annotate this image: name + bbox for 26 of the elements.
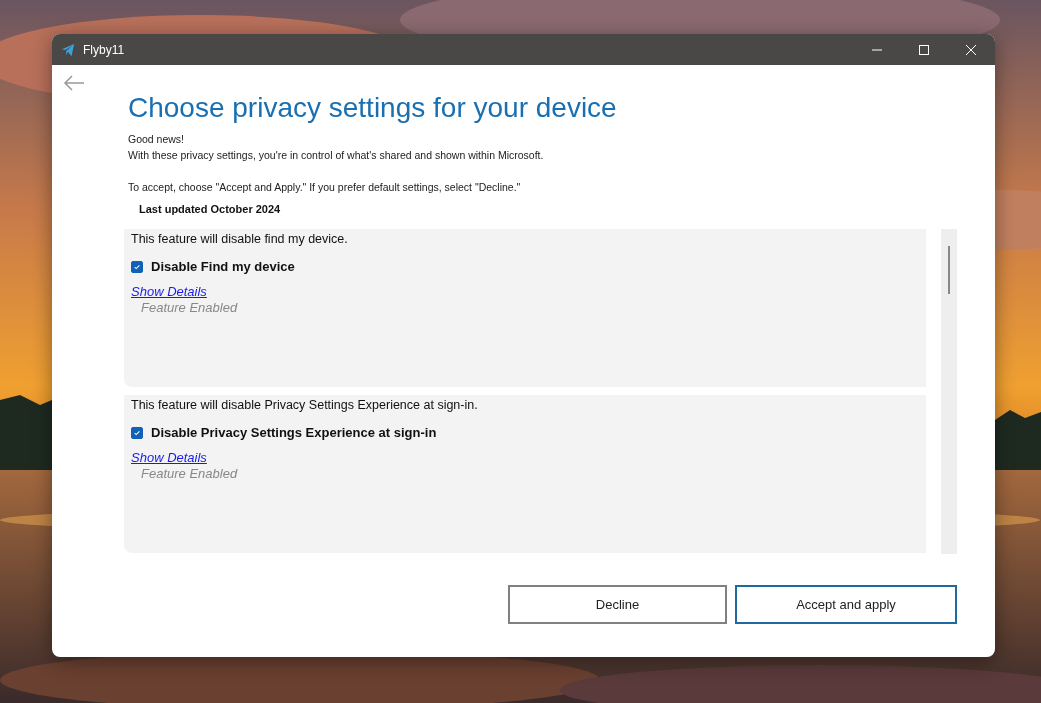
page-heading: Choose privacy settings for your device	[128, 91, 618, 125]
feature-status: Feature Enabled	[141, 300, 239, 315]
checkbox-label[interactable]: Disable Find my device	[151, 259, 295, 274]
show-details-link[interactable]: Show Details	[131, 450, 207, 465]
intro-text: To accept, choose "Accept and Apply." If you prefer default settings, select "Decline."	[128, 180, 522, 195]
show-details-link[interactable]: Show Details	[131, 284, 207, 299]
checkbox-label[interactable]: Disable Privacy Settings Experience at sign-in	[151, 425, 437, 440]
feature-status: Feature Enabled	[141, 466, 239, 481]
window-title: Flyby11	[83, 42, 125, 57]
checkbox[interactable]	[131, 260, 143, 273]
scrollbar-thumb[interactable]	[948, 246, 950, 294]
close-icon[interactable]	[965, 43, 977, 56]
scrollbar[interactable]	[941, 229, 957, 554]
feature-description: This feature will disable find my device.	[131, 231, 349, 247]
accept-button[interactable]: Accept and apply	[735, 585, 957, 624]
intro-text: With these privacy settings, you're in control of what's shared and shown within Microsoft.	[128, 148, 545, 163]
last-updated-text: Last updated October 2024	[139, 203, 282, 215]
decline-button[interactable]: Decline	[508, 585, 727, 624]
intro-text: Good news!	[128, 132, 186, 147]
maximize-icon[interactable]	[918, 43, 930, 56]
feature-description: This feature will disable Privacy Settings Experience at sign-in.	[131, 397, 479, 413]
checkmark-icon	[133, 428, 141, 437]
back-arrow-icon[interactable]	[63, 74, 85, 92]
checkmark-icon	[133, 262, 141, 271]
checkbox[interactable]	[131, 426, 143, 439]
paper-plane-icon	[61, 42, 75, 57]
